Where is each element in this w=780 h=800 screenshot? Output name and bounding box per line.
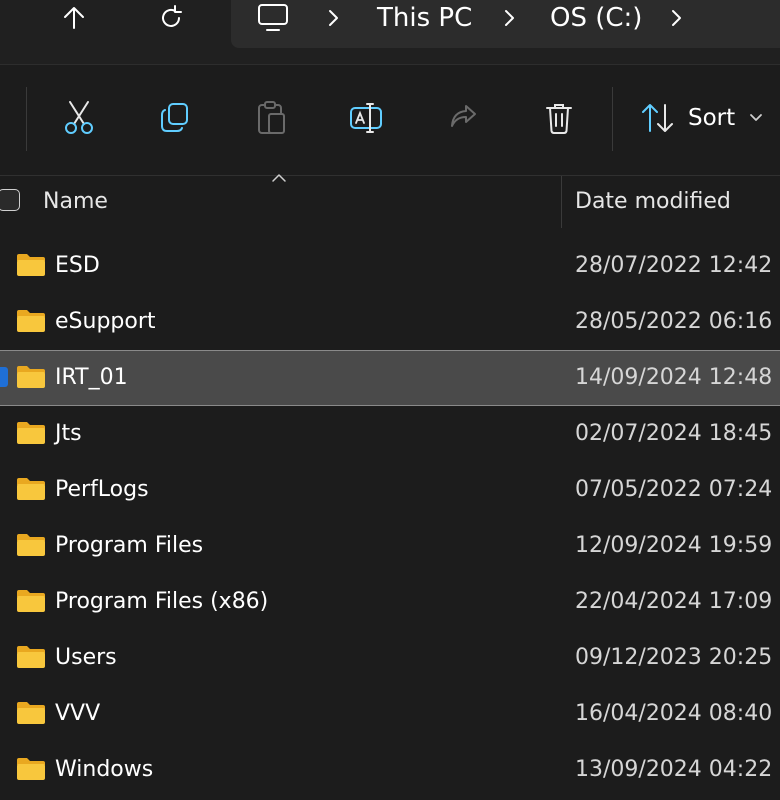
file-name: Users [55, 645, 117, 670]
breadcrumb-item-os-c[interactable]: OS (C:) [550, 0, 642, 36]
file-name: Program Files (x86) [55, 589, 269, 614]
file-name: PerfLogs [55, 477, 149, 502]
refresh-icon [162, 5, 182, 27]
breadcrumb-label: This PC [377, 3, 473, 33]
row-checkbox[interactable] [0, 367, 8, 387]
column-header-date-modified[interactable]: Date modified [575, 189, 731, 214]
delete-icon [546, 104, 572, 134]
breadcrumb-root[interactable] [256, 0, 290, 36]
command-bar: Sort [0, 65, 780, 176]
file-date-modified: 13/09/2024 04:22 [575, 757, 773, 782]
file-row[interactable]: PerfLogs 07/05/2022 07:24 [0, 462, 780, 518]
chevron-right-icon[interactable] [326, 0, 340, 36]
paste-button[interactable] [249, 96, 293, 140]
breadcrumb-label: OS (C:) [550, 3, 643, 33]
rename-button[interactable] [345, 96, 389, 140]
share-icon [451, 105, 476, 127]
paste-icon [258, 101, 285, 134]
folder-icon [17, 422, 45, 444]
file-name: ESD [55, 253, 100, 278]
toolbar-divider [612, 87, 613, 151]
file-row[interactable]: Program Files (x86) 22/04/2024 17:09 [0, 574, 780, 630]
folder-icon [17, 646, 45, 668]
file-date-modified: 28/05/2022 06:16 [575, 309, 773, 334]
share-button[interactable] [441, 96, 485, 140]
refresh-button[interactable] [147, 0, 195, 36]
sort-button[interactable]: Sort [640, 95, 770, 141]
rename-icon [350, 103, 382, 133]
copy-icon [161, 103, 188, 132]
chevron-right-icon[interactable] [669, 0, 683, 36]
file-date-modified: 07/05/2022 07:24 [575, 477, 773, 502]
folder-icon [17, 366, 45, 388]
file-row[interactable]: IRT_01 14/09/2024 12:48 [0, 350, 780, 406]
chevron-right-icon[interactable] [502, 0, 516, 36]
file-date-modified: 22/04/2024 17:09 [575, 589, 773, 614]
column-divider[interactable] [561, 176, 562, 228]
file-name: Windows [55, 757, 154, 782]
folder-icon [17, 702, 45, 724]
arrow-up-icon [64, 7, 84, 29]
up-button[interactable] [50, 0, 98, 36]
breadcrumb-item-this-pc[interactable]: This PC [377, 0, 472, 36]
file-row[interactable]: Users 09/12/2023 20:25 [0, 630, 780, 686]
toolbar-divider [26, 87, 27, 151]
folder-icon [17, 310, 45, 332]
folder-icon [17, 254, 45, 276]
file-list: ESD 28/07/2022 12:42 eSupport 28/05/2022 06… [0, 238, 780, 798]
file-date-modified: 16/04/2024 08:40 [575, 701, 773, 726]
file-name: IRT_01 [55, 365, 128, 390]
select-all-checkbox[interactable] [0, 189, 20, 211]
copy-button[interactable] [153, 96, 197, 140]
file-name: Jts [55, 421, 82, 446]
column-header: Name Date modified [0, 174, 780, 228]
chevron-down-icon [750, 114, 763, 121]
monitor-icon [258, 4, 288, 31]
file-name: VVV [55, 701, 101, 726]
cut-icon [65, 101, 93, 134]
file-row[interactable]: VVV 16/04/2024 08:40 [0, 686, 780, 742]
file-date-modified: 14/09/2024 12:48 [575, 365, 773, 390]
file-date-modified: 02/07/2024 18:45 [575, 421, 773, 446]
file-row[interactable]: eSupport 28/05/2022 06:16 [0, 294, 780, 350]
column-header-name[interactable]: Name [43, 189, 108, 214]
sort-icon [642, 104, 673, 132]
folder-icon [17, 478, 45, 500]
folder-icon [17, 590, 45, 612]
file-date-modified: 28/07/2022 12:42 [575, 253, 773, 278]
delete-button[interactable] [537, 96, 581, 140]
file-name: Program Files [55, 533, 204, 558]
file-row[interactable]: Program Files 12/09/2024 19:59 [0, 518, 780, 574]
title-bar: This PC OS (C:) [0, 0, 780, 65]
address-bar[interactable]: This PC OS (C:) [231, 0, 780, 48]
file-date-modified: 12/09/2024 19:59 [575, 533, 773, 558]
file-row[interactable]: ESD 28/07/2022 12:42 [0, 238, 780, 294]
file-date-modified: 09/12/2023 20:25 [575, 645, 773, 670]
folder-icon [17, 758, 45, 780]
cut-button[interactable] [57, 96, 101, 140]
folder-icon [17, 534, 45, 556]
file-row[interactable]: Jts 02/07/2024 18:45 [0, 406, 780, 462]
sort-ascending-icon [272, 174, 286, 182]
sort-label: Sort [688, 105, 736, 131]
file-name: eSupport [55, 309, 156, 334]
file-row[interactable]: Windows 13/09/2024 04:22 [0, 742, 780, 798]
